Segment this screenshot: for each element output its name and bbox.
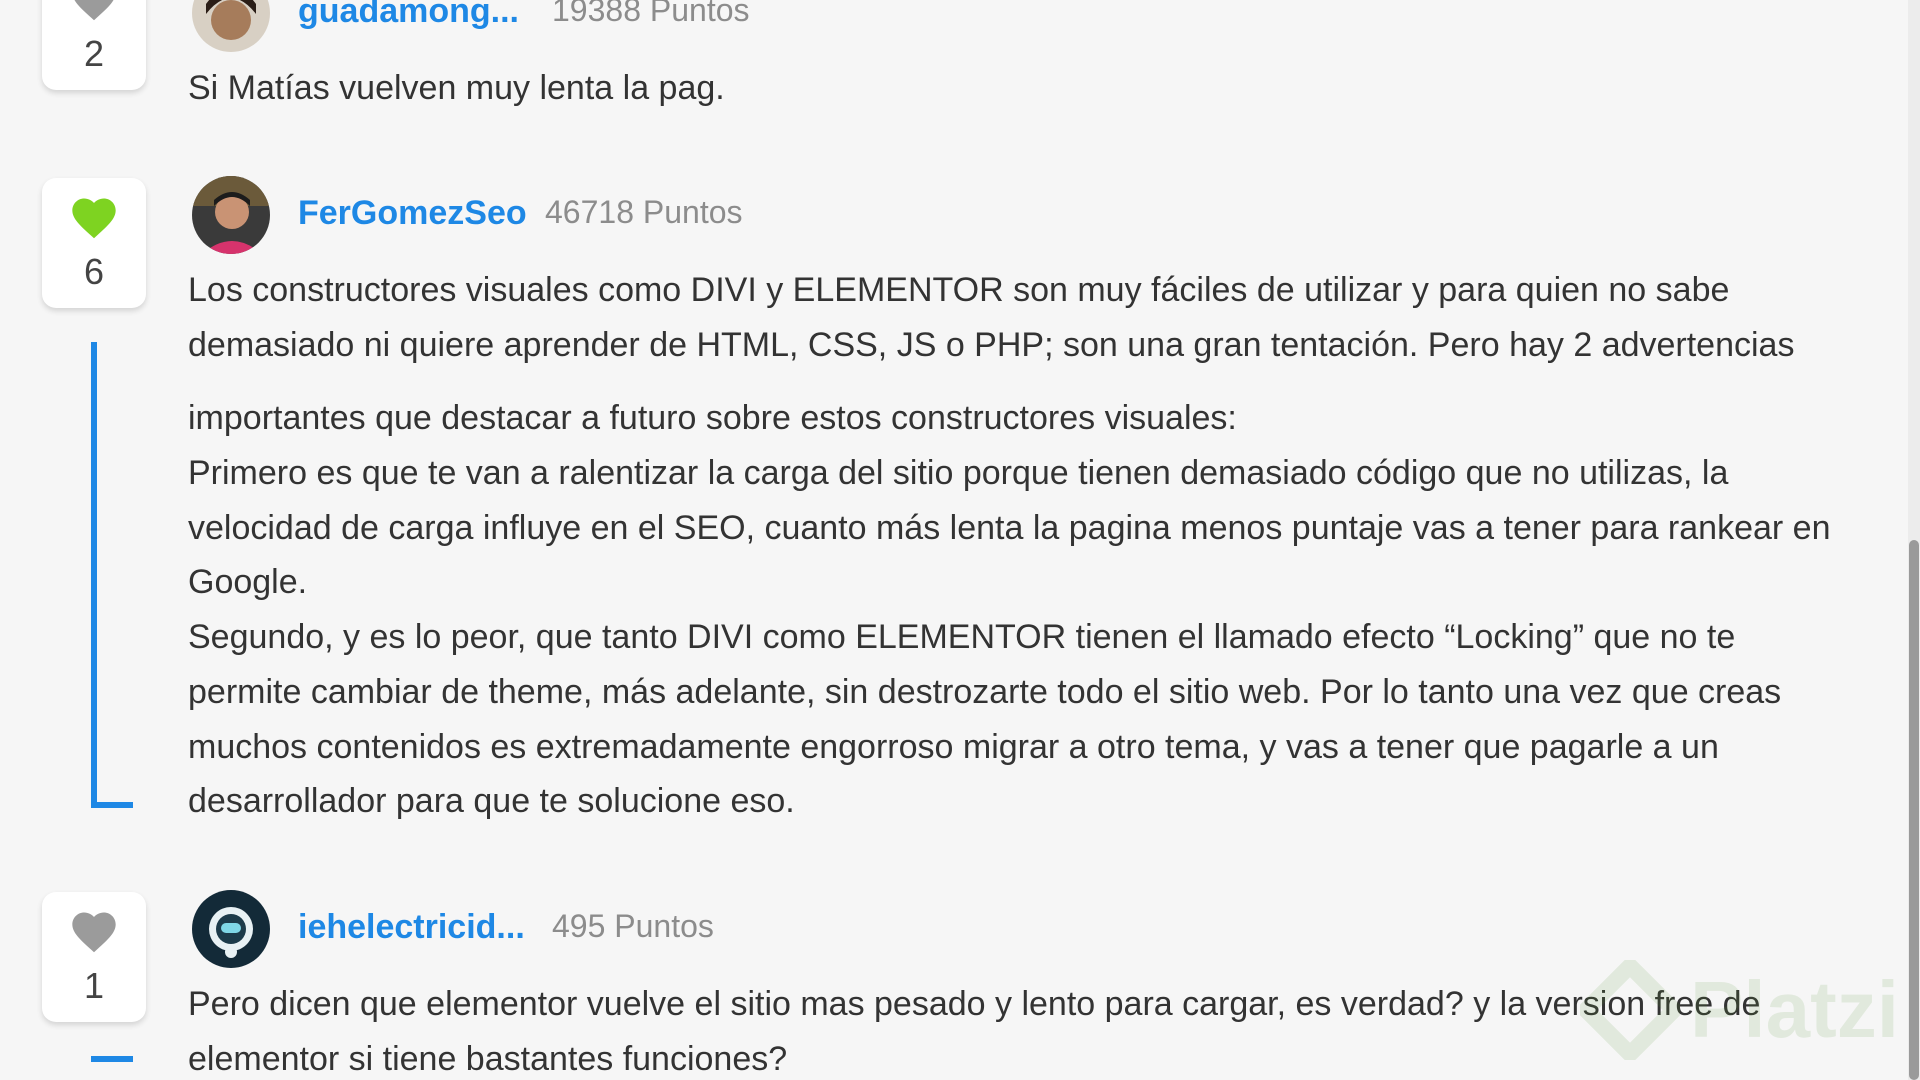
comment-text-line: Pero dicen que elementor vuelve el sitio… — [188, 985, 1761, 1023]
comment-text-line: Segundo, y es lo peor, que tanto DIVI co… — [188, 618, 1736, 656]
comment-text-line: Google. — [188, 563, 308, 601]
heart-icon[interactable] — [68, 906, 120, 958]
avatar[interactable] — [192, 0, 270, 52]
reply-thread-line-end — [91, 1056, 133, 1062]
comment-text-line: demasiado ni quiere aprender de HTML, CS… — [188, 326, 1795, 364]
user-points: 19388 Puntos — [552, 0, 750, 28]
comments-page: 2 guadamong... 19388 Puntos Si Matías vu… — [0, 0, 1920, 1080]
heart-icon[interactable] — [68, 0, 120, 26]
username[interactable]: guadamong... — [298, 0, 519, 31]
reply-thread-line — [91, 342, 97, 808]
vote-count: 2 — [83, 33, 105, 74]
scrollbar-thumb[interactable] — [1909, 540, 1919, 1080]
user-points: 46718 Puntos — [545, 194, 743, 230]
vote-card: 2 — [42, 0, 146, 90]
vote-card: 6 — [42, 178, 146, 308]
vote-card: 1 — [42, 892, 146, 1022]
comment-text-line: importantes que destacar a futuro sobre … — [188, 399, 1237, 437]
username[interactable]: iehelectricid... — [298, 908, 525, 947]
comment-text-line: elementor si tiene bastantes funciones? — [188, 1040, 788, 1078]
reply-thread-line-end — [91, 802, 133, 808]
comment-text-line: permite cambiar de theme, más adelante, … — [188, 673, 1782, 711]
comment-text-line: muchos contenidos es extremadamente engo… — [188, 728, 1719, 766]
comment-text-line: Primero es que te van a ralentizar la ca… — [188, 454, 1729, 492]
avatar[interactable] — [192, 176, 270, 254]
vote-count: 1 — [83, 965, 105, 1006]
vote-count: 6 — [83, 251, 105, 292]
comment-text-line: Los constructores visuales como DIVI y E… — [188, 271, 1730, 309]
user-points: 495 Puntos — [552, 908, 714, 944]
avatar[interactable] — [192, 890, 270, 968]
comment-text: Si Matías vuelven muy lenta la pag. — [188, 69, 725, 107]
heart-icon[interactable] — [68, 192, 120, 244]
username[interactable]: FerGomezSeo — [298, 194, 527, 233]
comment-text-line: velocidad de carga influye en el SEO, cu… — [188, 509, 1831, 547]
comment-text-line: desarrollador para que te solucione eso. — [188, 782, 795, 820]
